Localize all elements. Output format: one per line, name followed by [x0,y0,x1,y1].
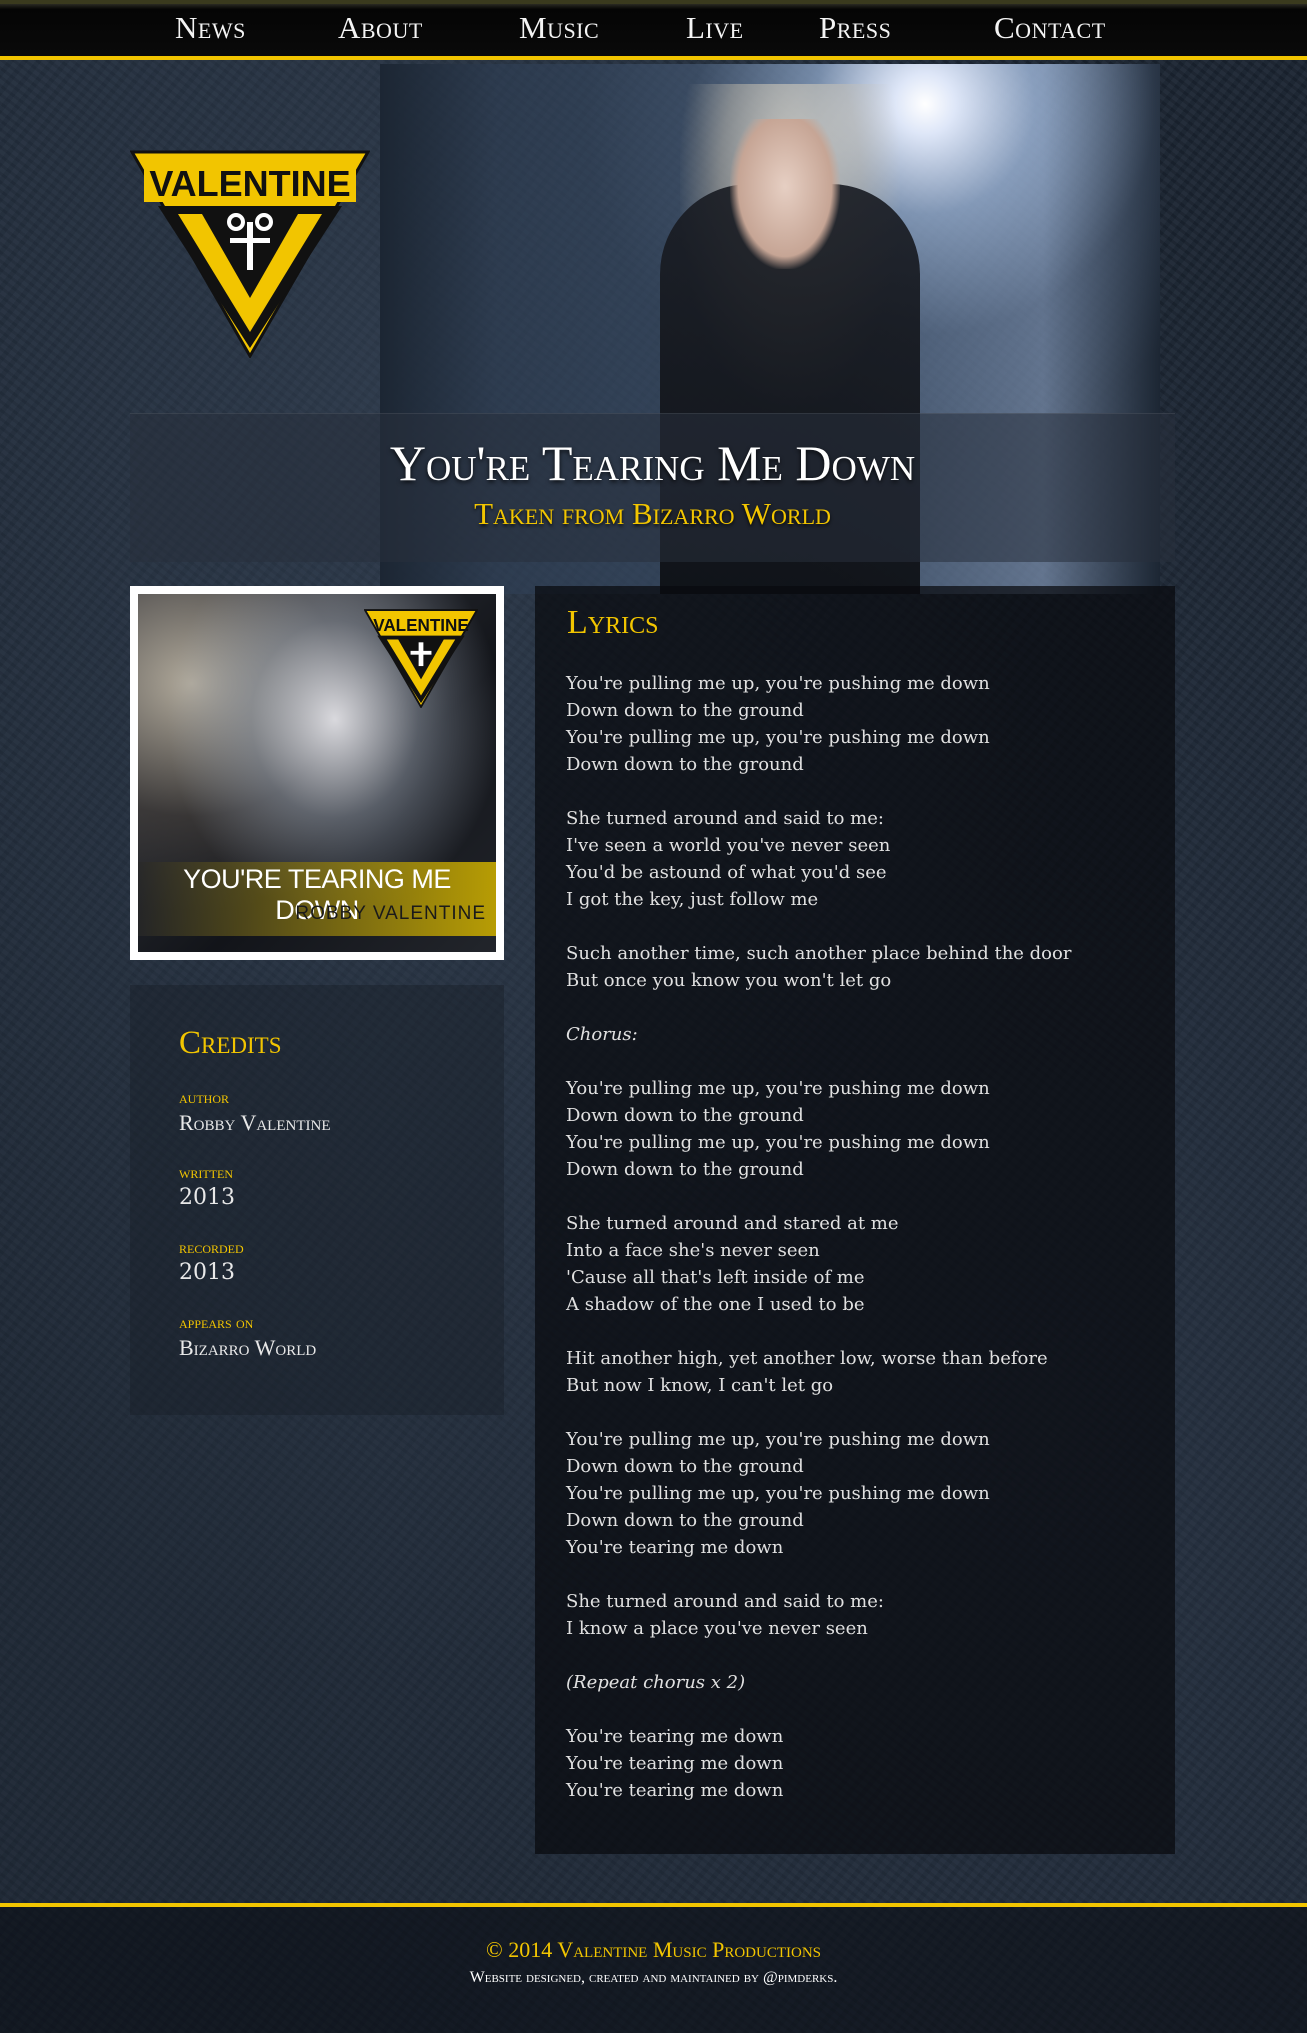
lyric-line: Down down to the ground [566,1105,804,1126]
credits-heading: Credits [179,1025,282,1061]
lyric-line: Into a face she's never seen [566,1240,820,1261]
lyric-line: I know a place you've never seen [566,1618,868,1639]
lyric-line: Down down to the ground [566,700,804,721]
album-cover[interactable]: VALENTINE YOU'RE TEARING ME DOWN ROBBY V… [130,586,504,960]
footer-copyright: © 2014 Valentine Music Productions [486,1937,821,1962]
lyric-stanza-gap [566,1048,1156,1075]
song-title: You're Tearing Me Down [389,435,916,491]
lyric-stanza-gap [566,1642,1156,1669]
lyric-stanza-gap [566,994,1156,1021]
lyric-line: I've seen a world you've never seen [566,835,891,856]
footer-credit: Website designed, created and maintained… [469,1969,838,1986]
cover-logo-wordmark: VALENTINE [373,616,469,635]
lyric-line: Chorus: [566,1024,638,1045]
song-subtitle: Taken from Bizarro World [474,496,831,531]
lyric-stanza-gap [566,1399,1156,1426]
credit-value-recorded: 2013 [179,1260,235,1285]
main-nav: News About Music Live Press Contact [0,0,1307,60]
lyric-stanza-gap [566,1696,1156,1723]
lyrics-panel: Lyrics You're pulling me up, you're push… [535,586,1175,1854]
nav-music[interactable]: Music [519,10,599,46]
valentine-logo-icon: VALENTINE [129,150,371,359]
lyric-line: You're tearing me down [566,1726,784,1747]
lyric-line: Down down to the ground [566,1456,804,1477]
nav-live[interactable]: Live [686,10,744,46]
lyric-stanza-gap [566,1561,1156,1588]
album-cover-art: VALENTINE YOU'RE TEARING ME DOWN ROBBY V… [138,594,496,952]
credit-label-written: written [179,1163,233,1182]
nav-news[interactable]: News [175,10,246,46]
lyric-line: She turned around and said to me: [566,1591,884,1612]
credit-label-recorded: recorded [179,1238,244,1257]
lyric-line: You're tearing me down [566,1780,784,1801]
lyric-line: I got the key, just follow me [566,889,819,910]
lyric-stanza-gap [566,778,1156,805]
credit-value-written: 2013 [179,1185,235,1210]
credit-value-author: Robby Valentine [179,1110,331,1135]
hero-banner: VALENTINE You're Tearing Me Down Taken f… [0,64,1307,594]
lyric-line: Down down to the ground [566,1159,804,1180]
lyric-line: You're tearing me down [566,1753,784,1774]
lyric-line: You'd be astound of what you'd see [566,862,887,883]
cover-logo-icon: VALENTINE [364,609,478,708]
credit-label-author: author [179,1088,229,1107]
lyric-line: You're tearing me down [566,1537,784,1558]
lyric-line: You're pulling me up, you're pushing me … [566,727,990,748]
lyric-line: A shadow of the one I used to be [566,1294,865,1315]
credits-panel: Credits author Robby Valentine written 2… [130,985,504,1415]
lyric-line: She turned around and stared at me [566,1213,899,1234]
nav-about[interactable]: About [338,10,423,46]
song-title-band: You're Tearing Me Down Taken from Bizarr… [130,413,1175,562]
hero-photo-face [730,119,840,269]
cover-artist: ROBBY VALENTINE [295,903,486,924]
lyric-line: Hit another high, yet another low, worse… [566,1348,1048,1369]
lyric-line: But now I know, I can't let go [566,1375,834,1396]
lyric-line: Down down to the ground [566,1510,804,1531]
lyric-line: You're pulling me up, you're pushing me … [566,1078,990,1099]
lyric-line: But once you know you won't let go [566,970,892,991]
valentine-logo[interactable]: VALENTINE [129,148,371,359]
footer: © 2014 Valentine Music Productions Websi… [0,1903,1307,2033]
lyric-line: You're pulling me up, you're pushing me … [566,1483,990,1504]
nav-press[interactable]: Press [819,10,891,46]
lyrics-body: You're pulling me up, you're pushing me … [566,670,1156,1804]
lyric-line: Such another time, such another place be… [566,943,1072,964]
lyric-stanza-gap [566,1318,1156,1345]
lyric-stanza-gap [566,1183,1156,1210]
lyric-line: You're pulling me up, you're pushing me … [566,673,990,694]
lyric-line: (Repeat chorus x 2) [566,1672,746,1693]
logo-wordmark: VALENTINE [149,163,350,204]
lyric-line: 'Cause all that's left inside of me [566,1267,865,1288]
credit-value-appears-on[interactable]: Bizarro World [179,1335,316,1361]
nav-contact[interactable]: Contact [994,10,1106,46]
lyric-line: You're pulling me up, you're pushing me … [566,1429,990,1450]
lyric-stanza-gap [566,913,1156,940]
lyric-line: You're pulling me up, you're pushing me … [566,1132,990,1153]
lyric-line: Down down to the ground [566,754,804,775]
lyric-line: She turned around and said to me: [566,808,884,829]
lyrics-heading: Lyrics [567,604,659,641]
credit-label-appears-on: appears on [179,1313,254,1332]
